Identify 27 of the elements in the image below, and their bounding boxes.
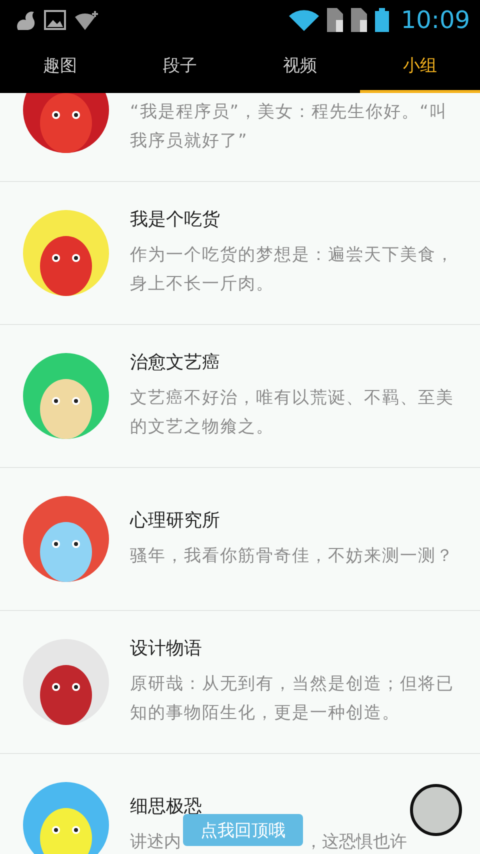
tab[interactable]: 段子 <box>120 40 240 93</box>
group-title: 我是个吃货 <box>130 208 221 232</box>
floating-avatar[interactable] <box>410 784 462 836</box>
tab[interactable]: 趣图 <box>0 40 120 93</box>
group-row[interactable]: 我是个吃货 作为一个吃货的梦想是：遍尝天下美食，身上不长一斤肉。 <box>0 182 480 325</box>
group-description: ，这恐惧也许 <box>305 830 407 854</box>
wifi-icon <box>74 9 100 31</box>
group-description: 讲述内 <box>130 830 181 854</box>
group-row[interactable]: 治愈文艺癌 文艺癌不好治，唯有以荒诞、不羁、至美的文艺之物飨之。 <box>0 325 480 468</box>
image-icon <box>44 10 66 30</box>
group-title: 设计物语 <box>130 637 203 661</box>
wifi-icon <box>288 9 319 31</box>
group-description: “我是程序员”，美女：程先生你好。“叫我序员就好了” <box>130 101 448 153</box>
tab[interactable]: 小组 <box>360 40 480 93</box>
battery-icon <box>374 8 389 32</box>
sim-card-icon <box>326 8 343 32</box>
group-title: 治愈文艺癌 <box>130 351 221 375</box>
sim-card-icon <box>350 8 367 32</box>
group-description: 骚年，我看你筋骨奇佳，不妨来测一测？ <box>130 544 455 568</box>
group-description: 作为一个吃货的梦想是：遍尝天下美食，身上不长一斤肉。 <box>130 244 455 296</box>
tab[interactable]: 视频 <box>240 40 360 93</box>
group-title: 心理研究所 <box>130 508 221 532</box>
group-description: 文艺癌不好治，唯有以荒诞、不羁、至美的文艺之物飨之。 <box>130 387 455 439</box>
group-row[interactable]: 心理研究所 骚年，我看你筋骨奇佳，不妨来测一测？ <box>0 468 480 611</box>
group-description: 原研哉：从无到有，当然是创造；但将已知的事物陌生化，更是一种创造。 <box>130 673 455 725</box>
group-row[interactable]: 设计物语 原研哉：从无到有，当然是创造；但将已知的事物陌生化，更是一种创造。 <box>0 611 480 754</box>
clock-time: 10:09 <box>400 6 470 34</box>
